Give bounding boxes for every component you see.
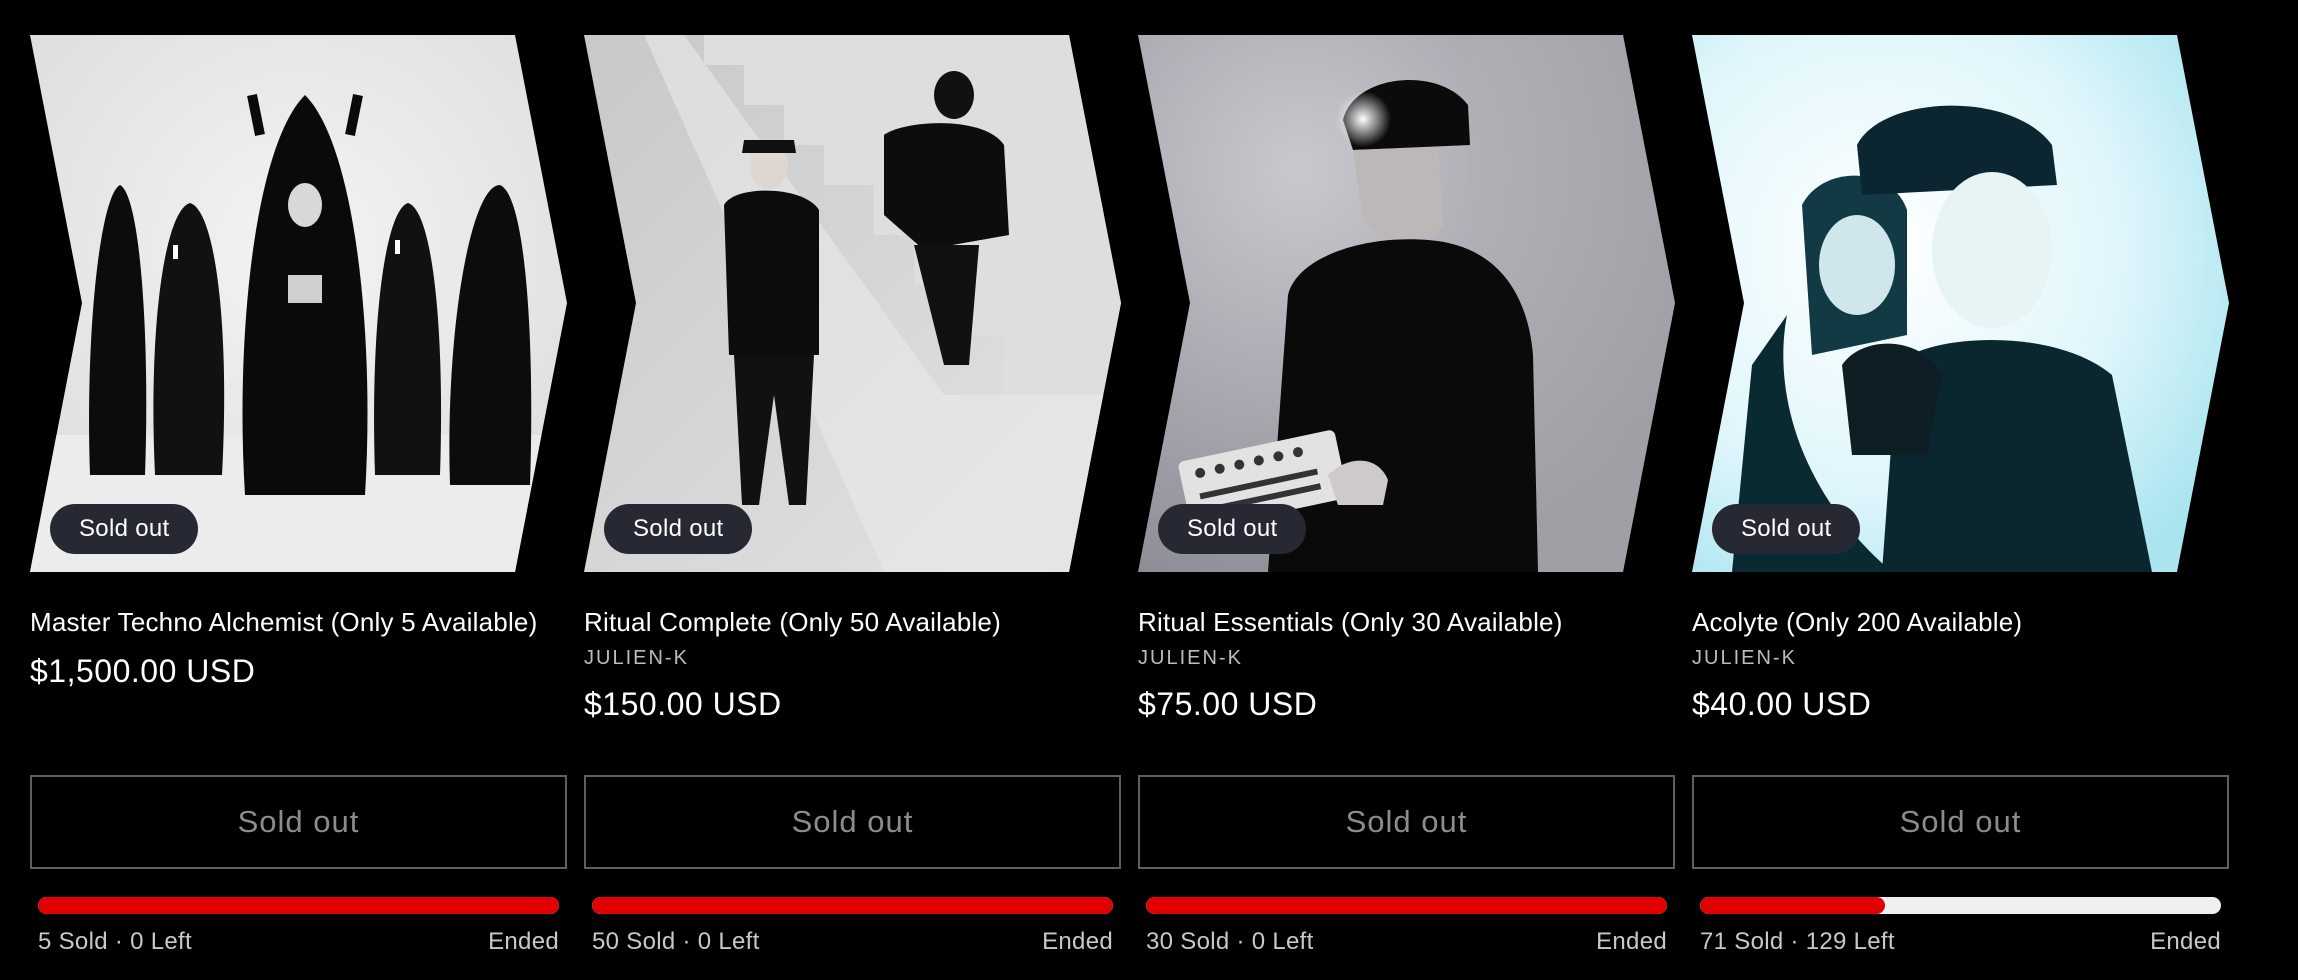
product-price: $75.00 USD bbox=[1138, 686, 1318, 722]
product-card[interactable]: Sold out Ritual Essentials (Only 30 Avai… bbox=[1138, 35, 1675, 955]
sale-status: Ended bbox=[1042, 928, 1113, 955]
product-image-link[interactable]: Sold out bbox=[1138, 35, 1675, 572]
product-photo bbox=[1692, 35, 2229, 572]
product-card[interactable]: Sold out Master Techno Alchemist (Only 5… bbox=[30, 35, 567, 955]
product-card[interactable]: Sold out Ritual Complete (Only 50 Availa… bbox=[584, 35, 1121, 955]
product-title[interactable]: Ritual Complete (Only 50 Available) bbox=[584, 605, 1121, 639]
product-card[interactable]: Sold out Acolyte (Only 200 Available) JU… bbox=[1692, 35, 2229, 955]
progress-bar bbox=[1700, 897, 2221, 914]
product-price: $40.00 USD bbox=[1692, 686, 1872, 722]
product-vendor: JULIEN-K bbox=[1692, 647, 1797, 669]
product-price: $150.00 USD bbox=[584, 686, 782, 722]
progress-bar-fill bbox=[592, 897, 1113, 914]
sold-out-badge: Sold out bbox=[1712, 504, 1861, 554]
product-grid: Sold out Master Techno Alchemist (Only 5… bbox=[30, 35, 2229, 955]
sold-count: 71 Sold · 129 Left bbox=[1700, 928, 1895, 955]
progress-bar-fill bbox=[38, 897, 559, 914]
sale-status: Ended bbox=[1596, 928, 1667, 955]
sold-count: 5 Sold · 0 Left bbox=[38, 928, 192, 955]
progress-bar bbox=[38, 897, 559, 914]
product-image-link[interactable]: Sold out bbox=[30, 35, 567, 572]
sales-stats: 71 Sold · 129 Left Ended bbox=[1700, 928, 2221, 956]
product-vendor: JULIEN-K bbox=[1138, 647, 1243, 669]
sold-out-badge: Sold out bbox=[50, 504, 199, 554]
product-vendor: JULIEN-K bbox=[584, 647, 689, 669]
sales-stats: 50 Sold · 0 Left Ended bbox=[592, 928, 1113, 956]
product-price: $1,500.00 USD bbox=[30, 653, 256, 689]
progress-bar-fill bbox=[1700, 897, 1885, 914]
sold-count: 50 Sold · 0 Left bbox=[592, 928, 760, 955]
sold-out-badge: Sold out bbox=[604, 504, 753, 554]
sold-count: 30 Sold · 0 Left bbox=[1146, 928, 1314, 955]
sales-stats: 30 Sold · 0 Left Ended bbox=[1146, 928, 1667, 956]
sold-out-button[interactable]: Sold out bbox=[30, 775, 567, 869]
sold-out-badge: Sold out bbox=[1158, 504, 1307, 554]
product-image-link[interactable]: Sold out bbox=[584, 35, 1121, 572]
sold-out-button[interactable]: Sold out bbox=[584, 775, 1121, 869]
sale-status: Ended bbox=[2150, 928, 2221, 955]
product-image-link[interactable]: Sold out bbox=[1692, 35, 2229, 572]
product-photo bbox=[1138, 35, 1675, 572]
product-title[interactable]: Master Techno Alchemist (Only 5 Availabl… bbox=[30, 605, 567, 639]
progress-bar bbox=[592, 897, 1113, 914]
progress-bar bbox=[1146, 897, 1667, 914]
sales-stats: 5 Sold · 0 Left Ended bbox=[38, 928, 559, 956]
sold-out-button[interactable]: Sold out bbox=[1138, 775, 1675, 869]
product-photo bbox=[30, 35, 567, 572]
progress-bar-fill bbox=[1146, 897, 1667, 914]
product-title[interactable]: Ritual Essentials (Only 30 Available) bbox=[1138, 605, 1675, 639]
sale-status: Ended bbox=[488, 928, 559, 955]
sold-out-button[interactable]: Sold out bbox=[1692, 775, 2229, 869]
product-title[interactable]: Acolyte (Only 200 Available) bbox=[1692, 605, 2229, 639]
product-photo bbox=[584, 35, 1121, 572]
